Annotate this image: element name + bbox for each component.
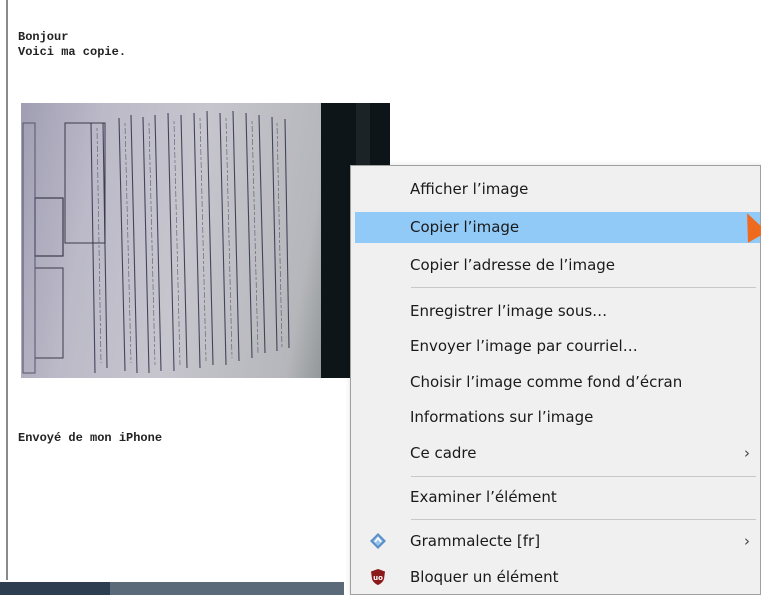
menu-item-email-image[interactable]: Envoyer l’image par courriel… [355,331,760,362]
menu-item-label: Afficher l’image [410,180,529,198]
window-left-border [6,0,8,580]
menu-item-label: Enregistrer l’image sous… [410,302,608,320]
menu-item-label: Examiner l’élément [410,488,557,506]
menu-separator [411,287,756,288]
menu-item-label: Copier l’adresse de l’image [410,256,616,274]
email-body: Bonjour Voici ma copie. [18,30,126,60]
menu-item-view-image[interactable]: Afficher l’image [355,174,760,205]
menu-item-grammalecte[interactable]: Grammalecte [fr] › [355,526,760,557]
menu-item-copy-image-address[interactable]: Copier l’adresse de l’image [355,250,760,281]
chevron-right-icon: › [744,444,750,462]
menu-item-save-image-as[interactable]: Enregistrer l’image sous… [355,296,760,327]
menu-item-label: Envoyer l’image par courriel… [410,337,638,355]
menu-item-this-frame[interactable]: Ce cadre › [355,438,760,469]
email-greeting: Bonjour [18,30,69,44]
email-signature: Envoyé de mon iPhone [18,431,163,445]
attached-photo[interactable] [21,103,390,378]
menu-item-image-info[interactable]: Informations sur l’image [355,402,760,433]
menu-separator [411,476,756,477]
svg-text:uo: uo [373,574,383,582]
menu-item-block-element[interactable]: uo Bloquer un élément [355,562,760,593]
menu-item-label: Grammalecte [fr] [410,532,541,550]
chevron-right-icon: › [744,532,750,550]
menu-item-label: Informations sur l’image [410,408,594,426]
menu-separator [411,519,756,520]
menu-item-label: Bloquer un élément [410,568,559,586]
grammalecte-icon [370,533,386,549]
menu-item-copy-image[interactable]: Copier l’image [355,212,760,243]
menu-item-set-as-wallpaper[interactable]: Choisir l’image comme fond d’écran [355,367,760,398]
menu-item-label: Ce cadre [410,444,477,462]
menu-item-label: Copier l’image [410,218,520,236]
image-context-menu: Afficher l’image Copier l’image Copier l… [350,165,761,595]
ublock-origin-icon: uo [371,569,385,585]
menu-item-label: Choisir l’image comme fond d’écran [410,373,683,391]
email-line: Voici ma copie. [18,45,127,59]
handwritten-page-drawing [21,103,390,378]
menu-item-inspect-element[interactable]: Examiner l’élément [355,482,760,513]
